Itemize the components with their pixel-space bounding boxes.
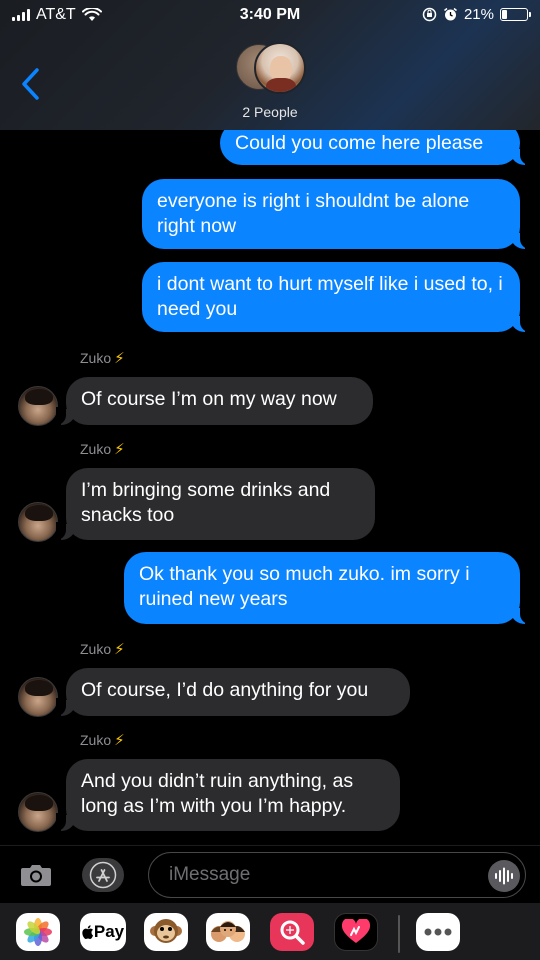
message-text: And you didn’t ruin anything, as long as… <box>81 770 354 817</box>
camera-icon <box>21 865 51 886</box>
message-text: Of course, I’d do anything for you <box>81 679 369 701</box>
monkey-animoji-icon <box>150 919 182 943</box>
photos-icon <box>24 918 52 946</box>
lightning-bolt-icon: ⚡ <box>114 441 125 458</box>
digital-touch-app-button[interactable] <box>334 913 378 951</box>
more-icon <box>424 928 452 936</box>
message-bubble-received[interactable]: Of course, I’d do anything for you <box>56 668 410 716</box>
battery-level-fill <box>502 10 508 19</box>
compose-bar <box>0 845 540 903</box>
sender-name: Zuko ⚡ <box>80 641 125 658</box>
back-button[interactable] <box>18 66 44 102</box>
app-store-icon <box>89 861 117 889</box>
sender-avatar[interactable] <box>18 792 58 832</box>
message-bubble-received[interactable]: And you didn’t ruin anything, as long as… <box>56 759 400 831</box>
waveform-icon <box>495 867 513 885</box>
message-bubble-sent[interactable]: everyone is right i shouldnt be alone ri… <box>142 179 530 249</box>
camera-button[interactable] <box>20 863 52 887</box>
sender-name: Zuko ⚡ <box>80 732 125 749</box>
sender-avatar[interactable] <box>18 677 58 717</box>
message-thread: Could you come here please everyone is r… <box>0 0 540 960</box>
message-bubble-received[interactable]: I’m bringing some drinks and snacks too <box>56 468 375 540</box>
message-text: I’m bringing some drinks and snacks too <box>81 479 331 526</box>
status-bar: AT&T 3:40 PM 21% <box>0 0 540 32</box>
message-text: i dont want to hurt myself like i used t… <box>157 273 503 320</box>
apple-pay-icon <box>82 925 93 939</box>
lightning-bolt-icon: ⚡ <box>114 732 125 749</box>
message-text: everyone is right i shouldnt be alone ri… <box>157 190 470 237</box>
imessage-input[interactable] <box>148 852 526 898</box>
app-drawer: Pay <box>0 903 540 960</box>
app-store-button[interactable] <box>82 858 124 892</box>
message-text: Of course I’m on my way now <box>81 388 337 410</box>
animoji-app-button[interactable] <box>144 913 188 951</box>
message-text: Could you come here please <box>235 132 484 154</box>
sender-avatar[interactable] <box>18 502 58 542</box>
message-bubble-sent[interactable]: i dont want to hurt myself like i used t… <box>142 262 530 332</box>
conversation-header: AT&T 3:40 PM 21% 2 People <box>0 0 540 130</box>
sender-name: Zuko ⚡ <box>80 441 125 458</box>
group-avatar[interactable] <box>232 42 312 98</box>
memoji-app-button[interactable] <box>206 913 250 951</box>
photos-app-button[interactable] <box>16 913 60 951</box>
drawer-divider <box>398 915 400 953</box>
message-bubble-sent[interactable]: Ok thank you so much zuko. im sorry i ru… <box>124 552 530 624</box>
audio-message-button[interactable] <box>488 860 520 892</box>
status-right: 21% <box>422 6 531 23</box>
sender-avatar[interactable] <box>18 386 58 426</box>
message-bubble-received[interactable]: Of course I’m on my way now <box>56 377 373 425</box>
sender-name: Zuko ⚡ <box>80 350 125 367</box>
message-text: Ok thank you so much zuko. im sorry i ru… <box>139 563 470 610</box>
memoji-icon <box>211 921 245 942</box>
alarm-icon <box>444 7 457 21</box>
orientation-lock-icon <box>422 7 437 22</box>
lightning-bolt-icon: ⚡ <box>114 641 125 658</box>
participant-avatar <box>254 42 306 94</box>
battery-icon <box>500 8 531 21</box>
image-search-app-button[interactable] <box>270 913 314 951</box>
lightning-bolt-icon: ⚡ <box>114 350 125 367</box>
digital-touch-icon <box>341 919 371 943</box>
more-apps-button[interactable] <box>416 913 460 951</box>
chevron-left-icon <box>22 68 39 100</box>
apple-pay-label: Pay <box>93 922 125 941</box>
people-count-label[interactable]: 2 People <box>0 104 540 120</box>
search-images-icon <box>280 920 305 945</box>
apple-pay-app-button[interactable]: Pay <box>80 913 126 951</box>
battery-percent: 21% <box>463 6 494 23</box>
